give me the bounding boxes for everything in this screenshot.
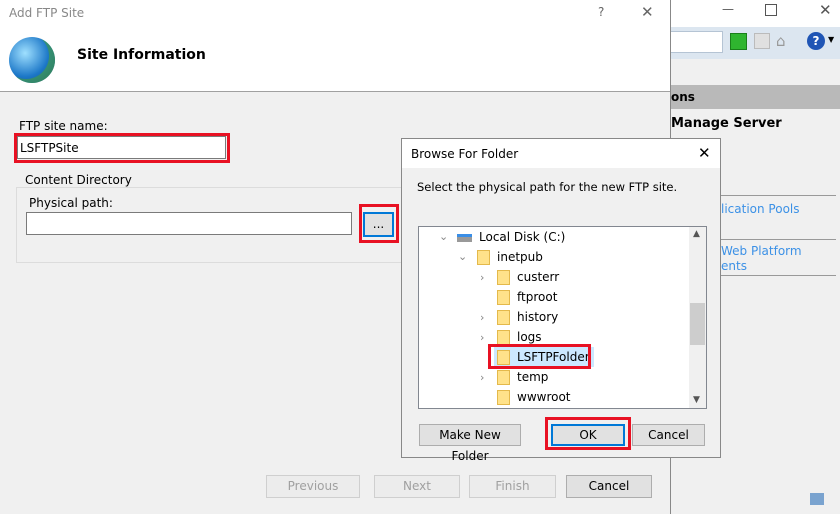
node-label: logs [517, 330, 542, 344]
scroll-up-icon[interactable]: ▲ [693, 229, 700, 239]
help-icon[interactable]: ? [807, 32, 825, 50]
finish-button[interactable]: Finish [469, 475, 556, 498]
folder-icon [497, 310, 510, 325]
globe-icon [9, 37, 55, 83]
node-label: inetpub [497, 250, 543, 264]
site-name-label: FTP site name: [19, 119, 108, 133]
manage-server-heading: Manage Server [671, 116, 782, 131]
actions-header: ons [671, 85, 840, 109]
node-label: ftproot [517, 290, 558, 304]
stop-icon[interactable] [754, 33, 770, 49]
content-directory-label: Content Directory [22, 173, 135, 187]
wizard-title-bar: Add FTP Site ? ✕ Site Information [0, 0, 670, 92]
tree-node-drive[interactable]: Local Disk (C:) [457, 227, 565, 247]
folder-icon [497, 330, 510, 345]
title-bar: — ✕ [670, 0, 840, 27]
folder-icon [497, 270, 510, 285]
tree-node[interactable]: ftproot [497, 287, 557, 307]
expand-chevron-icon[interactable]: › [480, 331, 484, 344]
physical-path-label: Physical path: [29, 196, 113, 210]
folder-tree[interactable]: ▲ ▼ ⌄ Local Disk (C:) ⌄ inetpub › custer… [418, 226, 707, 409]
address-bar[interactable] [670, 31, 723, 53]
expand-chevron-icon[interactable]: ⌄ [458, 250, 467, 263]
tree-scrollbar[interactable]: ▲ ▼ [689, 227, 706, 408]
scroll-down-icon[interactable]: ▼ [693, 395, 700, 405]
expand-chevron-icon[interactable]: › [480, 371, 484, 384]
application-pools-link[interactable]: lication Pools [721, 202, 800, 216]
cancel-button[interactable]: Cancel [566, 475, 652, 498]
web-platform-link-line2[interactable]: ents [721, 259, 747, 273]
help-button[interactable]: ? [598, 5, 604, 19]
minimize-button[interactable]: — [722, 2, 734, 16]
expand-chevron-icon[interactable]: › [480, 271, 484, 284]
close-button[interactable]: ✕ [698, 144, 711, 162]
toolbar: ⌂ ? ▼ [670, 27, 840, 59]
highlight-box [545, 417, 631, 450]
instruction-text: Select the physical path for the new FTP… [417, 180, 678, 194]
status-icon [810, 493, 824, 505]
tree-node[interactable]: wwwroot [497, 387, 571, 407]
previous-button[interactable]: Previous [266, 475, 360, 498]
browse-for-folder-dialog: Browse For Folder ✕ Select the physical … [401, 138, 721, 463]
folder-icon [497, 370, 510, 385]
highlight-box [359, 204, 399, 243]
dropdown-icon[interactable]: ▼ [828, 35, 834, 44]
tree-node[interactable]: custerr [497, 267, 559, 287]
folder-icon [477, 250, 490, 265]
node-label: wwwroot [517, 390, 571, 404]
refresh-icon[interactable] [730, 33, 747, 50]
cancel-button[interactable]: Cancel [632, 424, 705, 446]
home-icon[interactable]: ⌂ [776, 32, 786, 50]
node-label: custerr [517, 270, 560, 284]
tree-node-inetpub[interactable]: inetpub [477, 247, 543, 267]
browse-title: Browse For Folder [411, 147, 519, 161]
browse-title-bar: Browse For Folder ✕ [402, 139, 720, 168]
next-button[interactable]: Next [374, 475, 460, 498]
divider [721, 239, 836, 240]
divider [721, 275, 836, 276]
folder-icon [497, 290, 510, 305]
web-platform-link-line1[interactable]: Web Platform [721, 244, 802, 258]
physical-path-input[interactable] [26, 212, 352, 235]
tree-node[interactable]: temp [497, 367, 548, 387]
close-button[interactable]: ✕ [819, 1, 832, 19]
maximize-button[interactable] [765, 4, 777, 16]
node-label: Local Disk (C:) [479, 230, 566, 244]
close-button[interactable]: ✕ [641, 3, 654, 21]
expand-chevron-icon[interactable]: ⌄ [439, 230, 448, 243]
highlight-box [488, 344, 591, 369]
wizard-title: Add FTP Site [9, 6, 85, 20]
node-label: history [517, 310, 559, 324]
expand-chevron-icon[interactable]: › [480, 311, 484, 324]
folder-icon [497, 390, 510, 405]
make-new-folder-button[interactable]: Make New Folder [419, 424, 521, 463]
node-label: temp [517, 370, 549, 384]
scrollbar-thumb[interactable] [690, 303, 705, 345]
divider [721, 195, 836, 196]
drive-icon [457, 233, 472, 242]
highlight-box [14, 133, 230, 163]
tree-node[interactable]: history [497, 307, 558, 327]
page-heading: Site Information [77, 47, 206, 63]
